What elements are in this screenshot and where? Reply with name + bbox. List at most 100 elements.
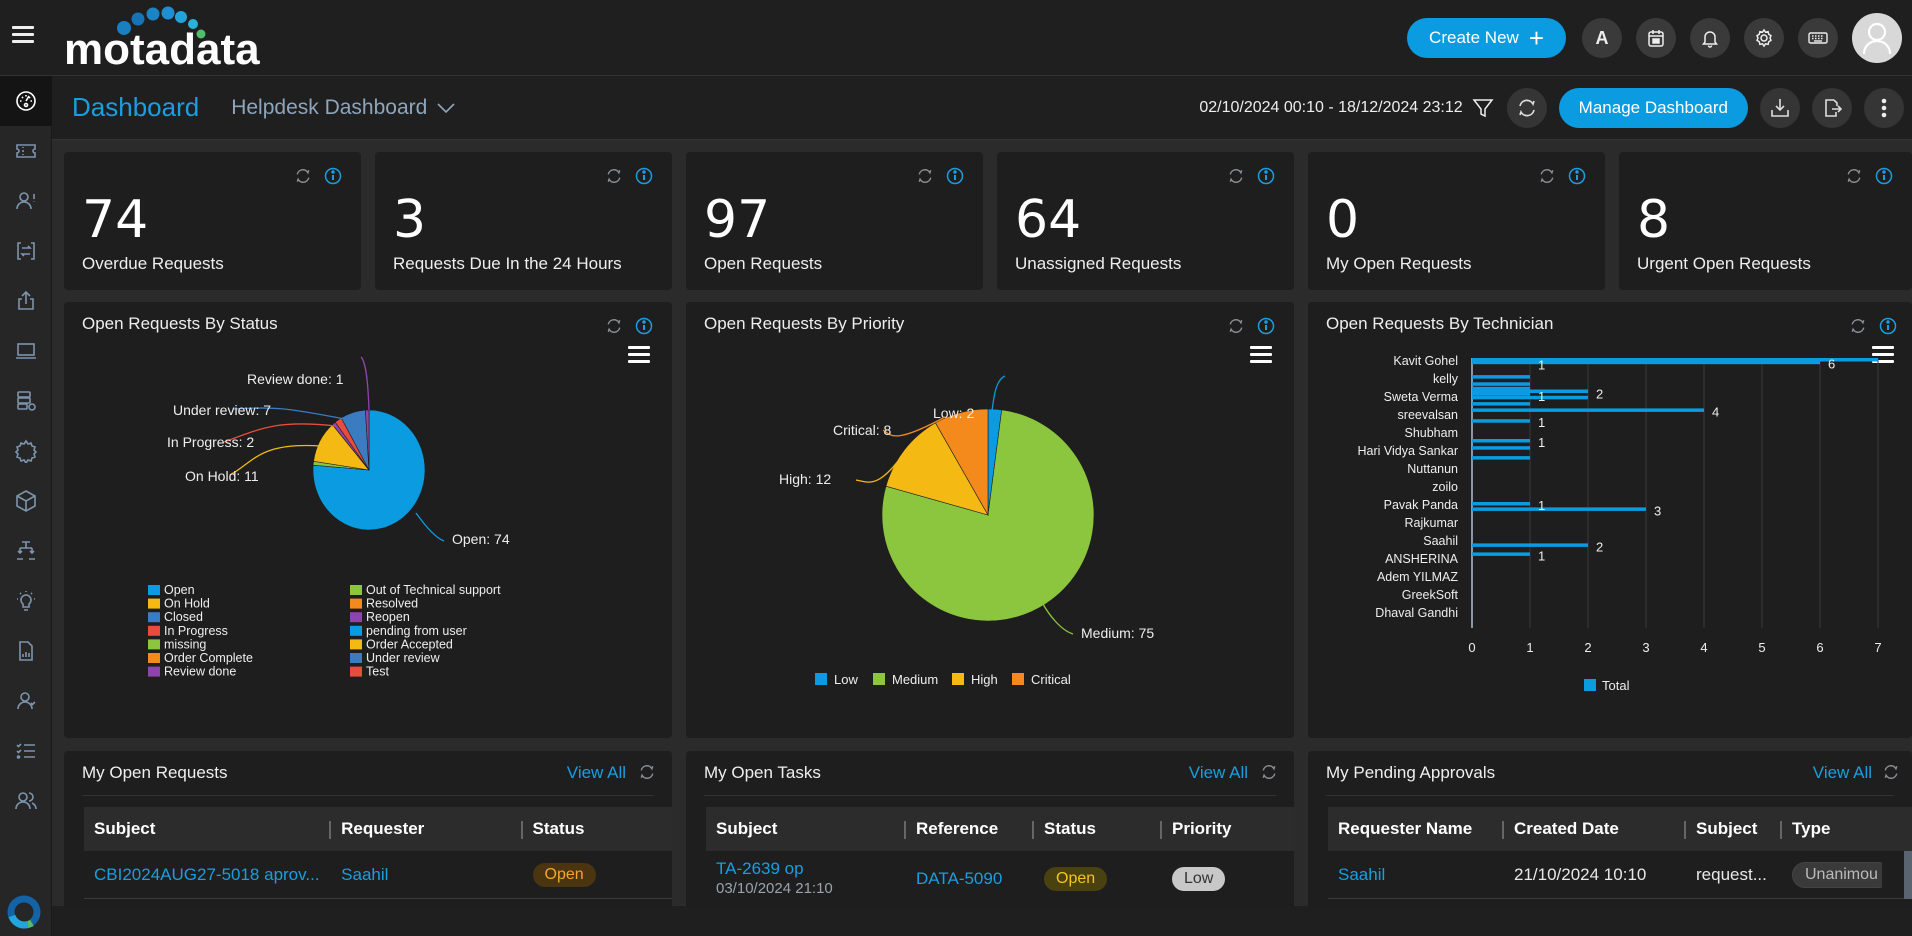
create-new-button[interactable]: Create New + bbox=[1407, 18, 1566, 58]
keyboard-shortcuts-button[interactable] bbox=[1798, 18, 1838, 58]
legend-swatch[interactable] bbox=[148, 653, 160, 663]
legend-swatch[interactable] bbox=[350, 612, 362, 623]
user-avatar[interactable] bbox=[1852, 13, 1902, 63]
sidebar-item-dashboard[interactable] bbox=[0, 76, 52, 126]
sidebar-item-projects[interactable] bbox=[0, 526, 52, 576]
refresh-icon[interactable] bbox=[1226, 166, 1246, 186]
bar[interactable] bbox=[1472, 402, 1530, 406]
task-subject-link[interactable]: TA-2639 op bbox=[716, 859, 906, 879]
account-button[interactable]: A bbox=[1582, 18, 1622, 58]
legend-swatch[interactable] bbox=[148, 639, 160, 650]
approval-subject[interactable]: request... bbox=[1686, 865, 1782, 885]
refresh-icon[interactable] bbox=[638, 763, 656, 781]
column-header[interactable]: Subject bbox=[84, 819, 331, 839]
legend-item[interactable]: Critical bbox=[1031, 672, 1071, 687]
request-subject-link[interactable]: CBI2024AUG27-5018 aprov... bbox=[84, 865, 331, 885]
requester-link[interactable]: Saahil bbox=[331, 865, 522, 885]
sidebar-item-requests[interactable] bbox=[0, 126, 52, 176]
legend-item[interactable]: Closed bbox=[164, 610, 203, 624]
info-icon[interactable] bbox=[1567, 166, 1587, 186]
bar[interactable] bbox=[1472, 419, 1530, 423]
bar[interactable] bbox=[1472, 395, 1588, 400]
sidebar-item-cmdb[interactable] bbox=[0, 376, 52, 426]
requester-link[interactable]: Saahil bbox=[1328, 865, 1504, 885]
settings-button[interactable] bbox=[1744, 18, 1784, 58]
bar[interactable] bbox=[1472, 446, 1530, 450]
legend-item[interactable]: Under review bbox=[366, 651, 441, 665]
legend-swatch[interactable] bbox=[350, 666, 362, 677]
bar[interactable] bbox=[1472, 360, 1820, 365]
info-icon[interactable] bbox=[1874, 166, 1894, 186]
refresh-icon[interactable] bbox=[1260, 763, 1278, 781]
motadata-logo[interactable]: motadata bbox=[62, 4, 292, 74]
sidebar-item-users[interactable] bbox=[0, 776, 52, 826]
dashboard-selector[interactable]: Helpdesk Dashboard bbox=[231, 96, 455, 120]
bar[interactable] bbox=[1472, 439, 1530, 443]
legend-item[interactable]: High bbox=[971, 672, 998, 687]
column-header[interactable]: Status bbox=[520, 819, 673, 839]
bar[interactable] bbox=[1472, 502, 1530, 506]
legend-swatch[interactable] bbox=[1012, 673, 1024, 685]
sidebar-item-problems[interactable] bbox=[0, 176, 52, 226]
sidebar-item-software[interactable] bbox=[0, 476, 52, 526]
column-header[interactable]: Type bbox=[1780, 819, 1882, 839]
legend-swatch[interactable] bbox=[815, 673, 827, 685]
calendar-button[interactable] bbox=[1636, 18, 1676, 58]
horizontal-scrollbar[interactable] bbox=[1904, 851, 1912, 899]
legend-swatch[interactable] bbox=[350, 598, 362, 609]
sidebar-item-tasks[interactable] bbox=[0, 726, 52, 776]
reference-link[interactable]: DATA-5090 bbox=[906, 869, 1034, 889]
sidebar-item-approvals[interactable] bbox=[0, 676, 52, 726]
column-header[interactable]: Reference bbox=[904, 819, 1034, 839]
sidebar-item-changes[interactable] bbox=[0, 226, 52, 276]
legend-item[interactable]: In Progress bbox=[164, 624, 228, 638]
legend-swatch[interactable] bbox=[952, 673, 964, 685]
filter-icon[interactable] bbox=[1471, 96, 1495, 120]
date-range[interactable]: 02/10/2024 00:10 - 18/12/2024 23:12 bbox=[1199, 99, 1462, 117]
sidebar-item-reports[interactable] bbox=[0, 626, 52, 676]
column-header[interactable]: Created Date bbox=[1502, 819, 1686, 839]
legend-item[interactable]: Out of Technical support bbox=[366, 583, 501, 597]
legend-item[interactable]: Review done bbox=[164, 665, 236, 679]
refresh-icon[interactable] bbox=[293, 166, 313, 186]
notifications-button[interactable] bbox=[1690, 18, 1730, 58]
legend-item[interactable]: On Hold bbox=[164, 597, 210, 611]
legend-swatch[interactable] bbox=[148, 666, 160, 677]
column-header[interactable]: Subject bbox=[1684, 819, 1782, 839]
kpi-card[interactable]: 3 Requests Due In the 24 Hours bbox=[375, 152, 672, 290]
legend-swatch[interactable] bbox=[1584, 679, 1596, 691]
refresh-icon[interactable] bbox=[1882, 763, 1900, 781]
kpi-card[interactable]: 64 Unassigned Requests bbox=[997, 152, 1294, 290]
refresh-icon[interactable] bbox=[915, 166, 935, 186]
kpi-card[interactable]: 74 Overdue Requests bbox=[64, 152, 361, 290]
bar[interactable] bbox=[1472, 408, 1704, 412]
info-icon[interactable] bbox=[323, 166, 343, 186]
legend-item[interactable]: Order Accepted bbox=[366, 637, 453, 651]
legend-item[interactable]: pending from user bbox=[366, 624, 467, 638]
motadata-mark-icon[interactable] bbox=[6, 894, 42, 930]
legend-item[interactable]: Test bbox=[366, 665, 389, 679]
legend-item[interactable]: Order Complete bbox=[164, 651, 253, 665]
view-all-link[interactable]: View All bbox=[1813, 763, 1872, 783]
sidebar-item-patch[interactable] bbox=[0, 426, 52, 476]
column-header[interactable]: Requester bbox=[329, 819, 522, 839]
legend-swatch[interactable] bbox=[350, 625, 362, 636]
legend-item[interactable]: Medium bbox=[892, 672, 938, 687]
legend-item[interactable]: missing bbox=[164, 637, 206, 651]
legend-swatch[interactable] bbox=[873, 673, 885, 685]
sidebar-item-assets[interactable] bbox=[0, 326, 52, 376]
kpi-card[interactable]: 97 Open Requests bbox=[686, 152, 983, 290]
kpi-card[interactable]: 8 Urgent Open Requests bbox=[1619, 152, 1912, 290]
export-button[interactable] bbox=[1812, 88, 1852, 128]
view-all-link[interactable]: View All bbox=[567, 763, 626, 783]
sidebar-item-knowledge[interactable] bbox=[0, 576, 52, 626]
legend-swatch[interactable] bbox=[350, 653, 362, 663]
kpi-card[interactable]: 0 My Open Requests bbox=[1308, 152, 1605, 290]
column-header[interactable]: Requester Name bbox=[1328, 819, 1504, 839]
column-header[interactable]: Priority bbox=[1160, 819, 1282, 839]
info-icon[interactable] bbox=[945, 166, 965, 186]
legend-swatch[interactable] bbox=[148, 625, 160, 636]
bar[interactable] bbox=[1472, 543, 1588, 547]
legend-item[interactable]: Reopen bbox=[366, 610, 410, 624]
more-options-button[interactable] bbox=[1864, 88, 1904, 128]
